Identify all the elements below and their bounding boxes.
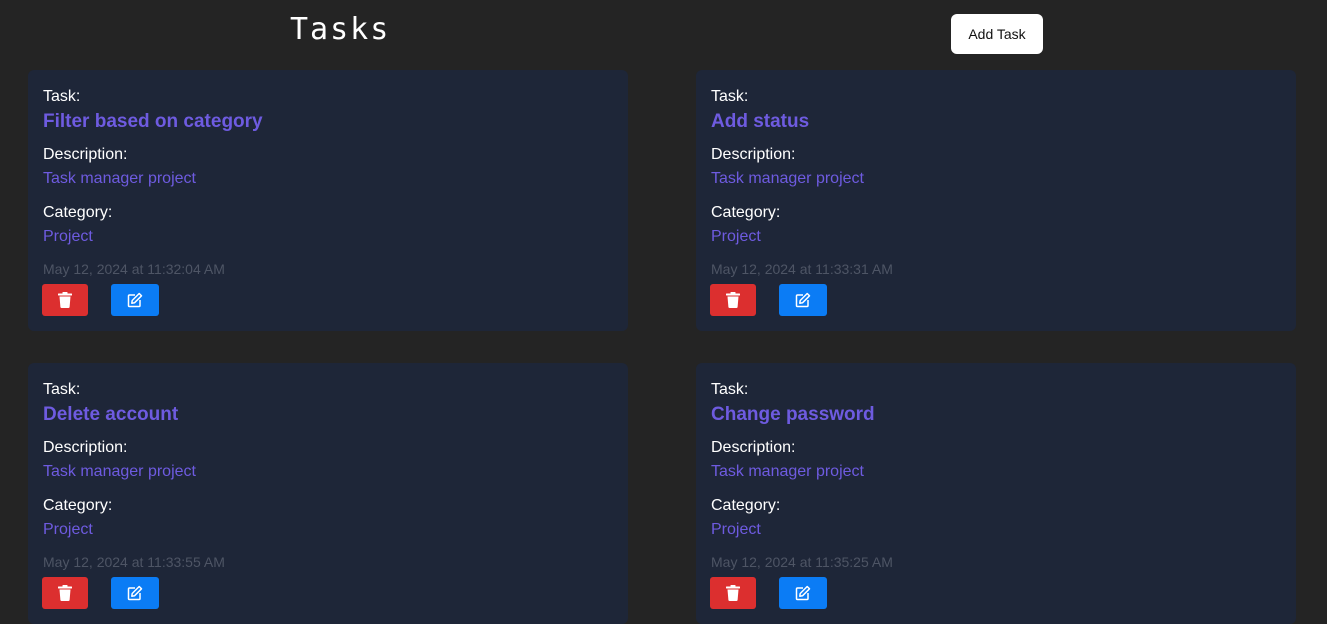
task-card: Task: Change password Description: Task … — [696, 363, 1296, 624]
edit-button[interactable] — [111, 284, 159, 316]
trash-icon — [726, 585, 740, 601]
task-title: Change password — [711, 404, 875, 425]
task-title: Delete account — [43, 404, 179, 425]
page-title: Tasks — [290, 12, 391, 47]
trash-icon — [58, 585, 72, 601]
task-description: Task manager project — [43, 463, 196, 480]
edit-button[interactable] — [111, 577, 159, 609]
task-timestamp: May 12, 2024 at 11:35:25 AM — [711, 554, 893, 570]
task-category: Project — [711, 521, 761, 538]
edit-icon — [795, 292, 811, 308]
category-label: Category: — [43, 497, 113, 514]
task-label: Task: — [711, 381, 749, 398]
description-label: Description: — [711, 439, 796, 456]
task-category: Project — [43, 228, 93, 245]
delete-button[interactable] — [42, 284, 88, 316]
task-category: Project — [711, 228, 761, 245]
category-label: Category: — [711, 497, 781, 514]
edit-icon — [795, 585, 811, 601]
edit-icon — [127, 292, 143, 308]
edit-icon — [127, 585, 143, 601]
task-label: Task: — [43, 88, 81, 105]
task-label: Task: — [711, 88, 749, 105]
category-label: Category: — [43, 204, 113, 221]
edit-button[interactable] — [779, 284, 827, 316]
description-label: Description: — [43, 439, 128, 456]
delete-button[interactable] — [42, 577, 88, 609]
trash-icon — [58, 292, 72, 308]
add-task-button[interactable]: Add Task — [951, 14, 1043, 54]
task-timestamp: May 12, 2024 at 11:33:31 AM — [711, 261, 893, 277]
task-category: Project — [43, 521, 93, 538]
delete-button[interactable] — [710, 284, 756, 316]
task-card: Task: Add status Description: Task manag… — [696, 70, 1296, 331]
category-label: Category: — [711, 204, 781, 221]
task-description: Task manager project — [711, 170, 864, 187]
task-timestamp: May 12, 2024 at 11:32:04 AM — [43, 261, 225, 277]
task-label: Task: — [43, 381, 81, 398]
task-description: Task manager project — [711, 463, 864, 480]
task-card: Task: Filter based on category Descripti… — [28, 70, 628, 331]
task-timestamp: May 12, 2024 at 11:33:55 AM — [43, 554, 225, 570]
description-label: Description: — [711, 146, 796, 163]
edit-button[interactable] — [779, 577, 827, 609]
trash-icon — [726, 292, 740, 308]
description-label: Description: — [43, 146, 128, 163]
task-description: Task manager project — [43, 170, 196, 187]
task-title: Add status — [711, 111, 810, 132]
delete-button[interactable] — [710, 577, 756, 609]
task-card: Task: Delete account Description: Task m… — [28, 363, 628, 624]
task-title: Filter based on category — [43, 111, 263, 132]
